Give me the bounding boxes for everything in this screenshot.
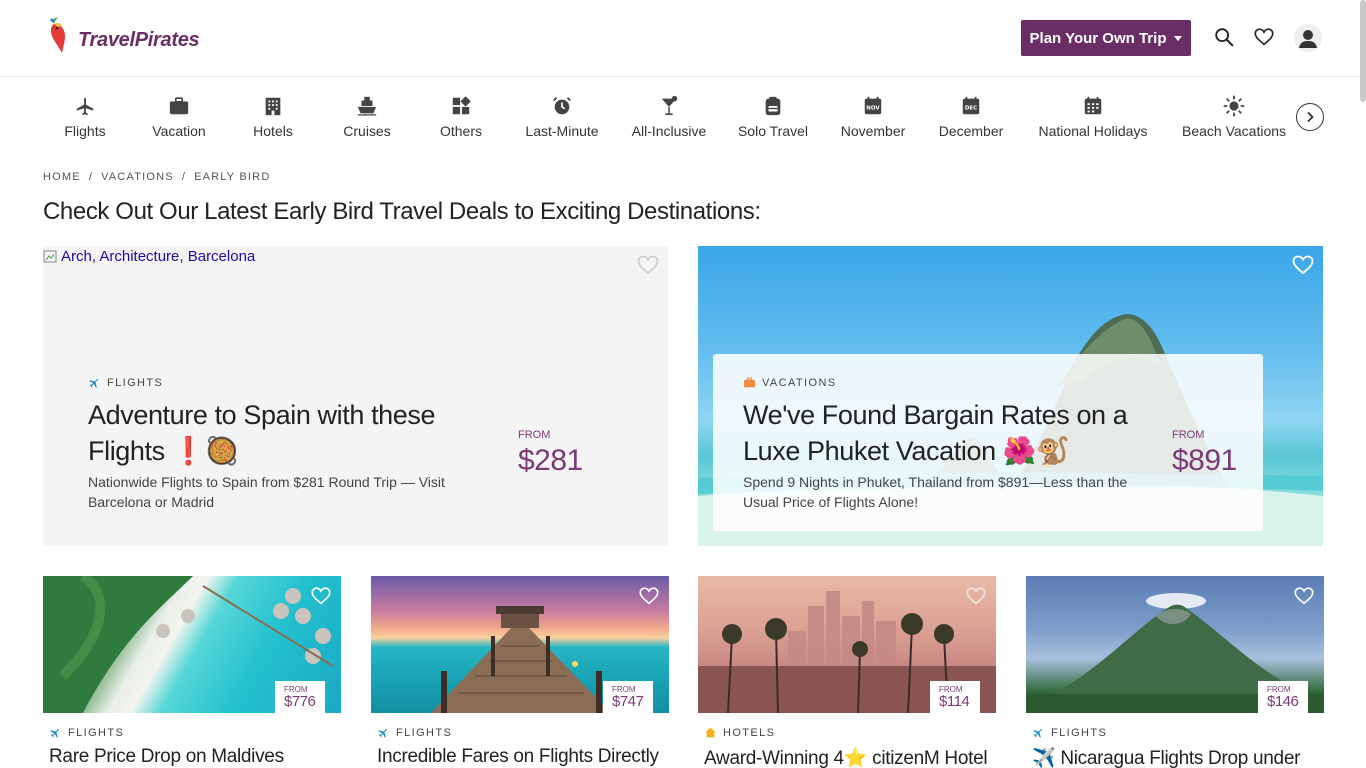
grid-icon (452, 96, 471, 115)
site-header: TravelPirates Plan Your Own Trip (0, 0, 1366, 77)
deal-card-image: FROM $776 (43, 576, 341, 713)
featured-deal-phuket[interactable]: VACATIONS We've Found Bargain Rates on a… (698, 246, 1323, 546)
price-from-label: FROM (1172, 429, 1205, 441)
calendar-icon: NOV (864, 96, 882, 115)
deal-card-image: FROM $747 (371, 576, 669, 713)
broken-image-icon (43, 250, 57, 262)
search-icon[interactable] (1213, 26, 1237, 50)
plane-icon (1033, 728, 1043, 738)
price-chip: FROM $776 (275, 681, 325, 713)
deal-info-panel: VACATIONS We've Found Bargain Rates on a… (713, 354, 1263, 531)
brand-name: TravelPirates (78, 28, 200, 51)
favorite-heart-icon[interactable] (963, 583, 989, 609)
category-tag-hotels: HOTELS (704, 726, 775, 739)
featured-deal-spain[interactable]: Arch, Architecture, Barcelona FLIGHTS Ad… (43, 246, 668, 546)
sun-icon (1223, 95, 1245, 117)
deal-title[interactable]: We've Found Bargain Rates on a Luxe Phuk… (743, 397, 1143, 469)
favorite-heart-icon[interactable] (635, 252, 661, 278)
category-next-button[interactable] (1296, 103, 1324, 131)
category-beach-vacations[interactable]: Beach Vacations (1164, 95, 1304, 139)
breadcrumb-vacations[interactable]: VACATIONS (101, 171, 174, 183)
category-tag-vacations: VACATIONS (743, 376, 837, 389)
deal-description: Nationwide Flights to Spain from $281 Ro… (88, 474, 445, 510)
category-tag-flights: FLIGHTS (88, 376, 163, 389)
deal-card-image: FROM $146 (1026, 576, 1324, 713)
price-chip: FROM $114 (930, 681, 980, 713)
deal-card-title[interactable]: Rare Price Drop on Maldives (49, 746, 284, 768)
deal-card-title[interactable]: Incredible Fares on Flights Directly (377, 746, 659, 768)
category-national-holidays[interactable]: National Holidays (1023, 95, 1163, 139)
chevron-right-icon (1307, 111, 1314, 123)
svg-text:DEC: DEC (965, 106, 977, 112)
deal-card-nicaragua[interactable]: FROM $146 FLIGHTS ✈️ Nicaragua Flights D… (1026, 576, 1324, 768)
price-chip: FROM $146 (1258, 681, 1308, 713)
favorite-heart-icon[interactable] (308, 583, 334, 609)
site-logo[interactable]: TravelPirates (48, 16, 200, 54)
price-chip: FROM $747 (603, 681, 653, 713)
plane-icon (76, 97, 94, 116)
deal-image-broken: Arch, Architecture, Barcelona (43, 248, 255, 265)
deal-card-image: FROM $114 (698, 576, 996, 713)
deal-card-maldives[interactable]: FROM $776 FLIGHTS Rare Price Drop on Mal… (43, 576, 341, 767)
breadcrumb-home[interactable]: HOME (43, 171, 81, 183)
alarm-clock-icon (553, 97, 571, 115)
deal-card-citizenm-hotel[interactable]: FROM $114 HOTELS Award-Winning 4⭐ citize… (698, 576, 996, 768)
category-tag-flights: FLIGHTS (49, 726, 124, 739)
favorite-heart-icon[interactable] (636, 583, 662, 609)
breadcrumb-separator: / (181, 171, 187, 183)
deal-card-title[interactable]: ✈️ Nicaragua Flights Drop under (1032, 746, 1300, 768)
cocktail-icon (661, 95, 678, 115)
user-avatar-icon[interactable] (1294, 24, 1322, 52)
plan-own-trip-label: Plan Your Own Trip (1029, 29, 1167, 47)
plane-icon (50, 728, 60, 738)
house-icon (705, 727, 716, 738)
breadcrumb-separator: / (88, 171, 94, 183)
deal-price: $891 (1172, 444, 1237, 477)
deal-card-title[interactable]: Award-Winning 4⭐ citizenM Hotel (704, 746, 988, 768)
plane-icon (378, 728, 388, 738)
plane-icon (89, 378, 99, 388)
favorite-heart-icon[interactable] (1290, 252, 1316, 278)
suitcase-icon (169, 97, 189, 115)
backpack-icon (765, 96, 781, 116)
ship-icon (357, 96, 377, 116)
category-tag-flights: FLIGHTS (377, 726, 452, 739)
page-scrollbar[interactable] (1360, 0, 1366, 102)
favorite-heart-icon[interactable] (1291, 583, 1317, 609)
page-title: Check Out Our Latest Early Bird Travel D… (43, 198, 761, 225)
suitcase-icon (744, 377, 755, 388)
category-tag-flights: FLIGHTS (1032, 726, 1107, 739)
building-icon (265, 97, 281, 116)
calendar-star-icon (1084, 96, 1102, 115)
calendar-icon: DEC (962, 96, 980, 115)
price-from-label: FROM (518, 429, 551, 441)
breadcrumb-early-bird: EARLY BIRD (194, 171, 271, 183)
deal-description: Spend 9 Nights in Phuket, Thailand from … (743, 474, 1128, 510)
parrot-logo-icon (48, 16, 74, 54)
caret-down-icon (1174, 35, 1183, 41)
deal-card-flights-direct[interactable]: FROM $747 FLIGHTS Incredible Fares on Fl… (371, 576, 669, 767)
category-december[interactable]: DEC December (901, 95, 1041, 139)
svg-text:NOV: NOV (866, 106, 880, 112)
plan-own-trip-button[interactable]: Plan Your Own Trip (1021, 20, 1191, 56)
category-nav: Flights Vacation Hotels Cruises Others L… (0, 77, 1366, 159)
heart-icon[interactable] (1253, 26, 1277, 50)
deal-price: $281 (518, 444, 583, 477)
deal-title[interactable]: Adventure to Spain with these Flights ❗🥘 (88, 397, 488, 469)
breadcrumb: HOME / VACATIONS / EARLY BIRD (43, 171, 270, 183)
